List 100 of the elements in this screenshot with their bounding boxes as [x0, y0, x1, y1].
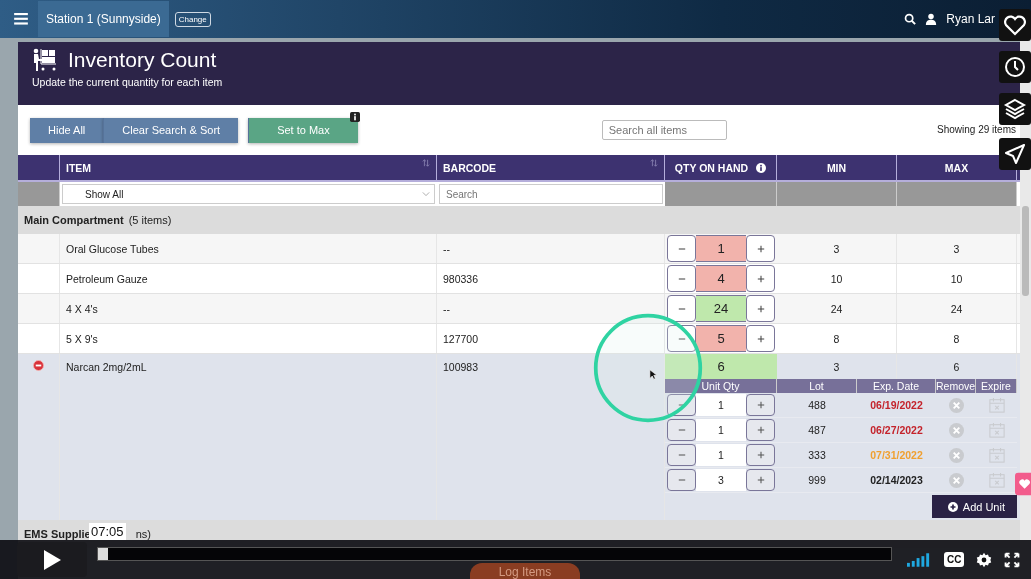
item-name: Petroleum Gauze [66, 272, 148, 285]
unit-column-header: Exp. Date [857, 379, 936, 393]
decrease-button[interactable] [667, 394, 696, 416]
min-value: 24 [830, 302, 843, 315]
max-value: 10 [950, 272, 963, 285]
unit-qty-field[interactable]: 1 [696, 394, 746, 416]
column-header: MIN [777, 155, 897, 180]
group-name: EMS Supplie [24, 528, 91, 540]
cursor-icon [649, 369, 657, 380]
plus-icon[interactable] [756, 451, 765, 459]
add-unit-button[interactable]: Add Unit [931, 495, 1017, 518]
fullscreen-icon[interactable] [1004, 551, 1021, 568]
barcode-search-field[interactable]: Search [439, 184, 663, 204]
item-name: 5 X 9's [66, 332, 98, 345]
decrease-button[interactable] [667, 444, 696, 466]
unit-column-header: Expire [976, 379, 1017, 393]
search-field[interactable]: Search all items [601, 120, 727, 140]
max-value: 24 [950, 302, 963, 315]
group-name: Main Compartment [24, 214, 124, 226]
unit-qty-field[interactable]: 1 [696, 419, 746, 441]
collapse-icon[interactable] [33, 360, 44, 371]
min-value: 3 [833, 360, 840, 373]
user-name[interactable]: Ryan Lar [946, 12, 995, 26]
increase-button[interactable] [746, 325, 775, 352]
search-icon[interactable] [904, 13, 917, 25]
minus-icon[interactable] [677, 451, 686, 459]
expiration-date: 06/19/2022 [870, 399, 923, 411]
decrease-button[interactable] [667, 325, 696, 352]
expiration-date: 02/14/2023 [870, 474, 923, 486]
sort-icon[interactable] [422, 159, 430, 167]
plus-icon[interactable] [756, 244, 765, 253]
plus-icon[interactable] [756, 426, 765, 434]
station-name: Station 1 (Sunnyside) [38, 1, 169, 37]
scrollbar-thumb[interactable] [1022, 206, 1029, 296]
decrease-button[interactable] [667, 469, 696, 491]
increase-button[interactable] [746, 235, 775, 262]
increase-button[interactable] [746, 444, 775, 466]
qty-value[interactable]: 1 [696, 235, 746, 262]
increase-button[interactable] [746, 265, 775, 292]
worker-cart-icon [32, 48, 58, 72]
minus-icon[interactable] [677, 401, 686, 409]
increase-button[interactable] [746, 419, 775, 441]
column-header: QTY ON HAND [665, 155, 777, 180]
barcode-text: 100983 [443, 361, 479, 373]
plus-icon[interactable] [756, 274, 765, 283]
qty-value[interactable]: 24 [696, 295, 746, 322]
barcode-text: 980336 [443, 272, 479, 285]
item-filter-select[interactable]: Show All [62, 184, 435, 204]
group-count: ns) [135, 528, 151, 540]
increase-button[interactable] [746, 469, 775, 491]
increase-button[interactable] [746, 295, 775, 322]
decrease-button[interactable] [667, 419, 696, 441]
plus-icon[interactable] [756, 401, 765, 409]
min-value: 8 [833, 332, 840, 345]
column-header[interactable]: ITEM [60, 155, 437, 180]
play-button[interactable] [17, 542, 87, 577]
decrease-button[interactable] [667, 295, 696, 322]
layers-icon[interactable] [999, 93, 1031, 125]
toolbar-button[interactable]: Hide All [30, 117, 104, 143]
plus-icon[interactable] [756, 334, 765, 343]
unit-qty-field[interactable]: 1 [696, 444, 746, 466]
change-button[interactable]: Change [174, 11, 211, 27]
plus-icon[interactable] [756, 304, 765, 313]
lot-number: 333 [807, 448, 827, 463]
max-value: 3 [953, 242, 960, 255]
qty-value[interactable]: 5 [696, 325, 746, 352]
lot-number: 999 [807, 473, 827, 488]
expiration-date: 06/27/2022 [870, 424, 923, 436]
info-icon[interactable] [756, 162, 767, 173]
increase-button[interactable] [746, 394, 775, 416]
user-icon[interactable] [925, 13, 938, 25]
barcode-text: 127700 [443, 332, 479, 345]
max-value: 8 [953, 332, 960, 345]
settings-icon[interactable] [976, 551, 993, 568]
minus-icon[interactable] [677, 426, 686, 434]
sort-icon[interactable] [650, 159, 658, 167]
toolbar-button[interactable]: Clear Search & Sort [103, 117, 239, 143]
progress-bar[interactable] [97, 546, 892, 561]
clock-icon[interactable] [999, 51, 1031, 83]
group-row[interactable]: Main Compartment (5 items) [18, 206, 1020, 234]
info-icon[interactable] [349, 111, 360, 122]
send-icon[interactable] [999, 138, 1031, 170]
lot-number: 487 [807, 423, 827, 438]
expiration-date: 07/31/2022 [870, 449, 923, 461]
menu-icon[interactable] [14, 13, 28, 25]
decrease-button[interactable] [667, 235, 696, 262]
qty-value[interactable]: 4 [696, 265, 746, 292]
group-count: (5 items) [128, 214, 172, 226]
item-name: Oral Glucose Tubes [66, 242, 159, 255]
item-name: Narcan 2mg/2mL [66, 361, 147, 373]
play-icon[interactable] [42, 548, 62, 571]
unit-qty-field[interactable]: 3 [696, 469, 746, 491]
volume-bars-icon[interactable] [907, 552, 932, 567]
minus-icon[interactable] [677, 476, 686, 484]
plus-icon[interactable] [756, 476, 765, 484]
heart-tab-icon[interactable] [1015, 470, 1031, 498]
plus-circle-icon[interactable] [947, 501, 958, 512]
decrease-button[interactable] [667, 265, 696, 292]
column-header[interactable]: BARCODE [437, 155, 665, 180]
captions-button[interactable]: CC [944, 552, 965, 567]
